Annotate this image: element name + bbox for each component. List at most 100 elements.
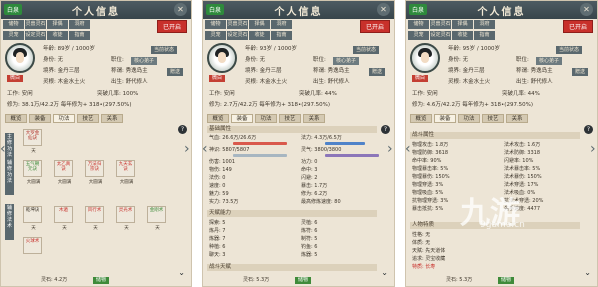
skill-level: 天 <box>124 226 129 231</box>
tab-relations[interactable]: 关系 <box>101 114 123 123</box>
tab-arts[interactable]: 技艺 <box>482 114 504 123</box>
menu-button[interactable]: 灵兽灵石 <box>25 20 46 29</box>
help-icon[interactable]: ? <box>584 125 593 134</box>
menu-button[interactable]: 择偶 <box>452 20 473 29</box>
tab-equipment[interactable]: 装备 <box>29 114 51 123</box>
tab-relations[interactable]: 关系 <box>303 114 325 123</box>
menu-button[interactable]: 灵宠 <box>205 31 226 40</box>
skill-level: 天 <box>93 226 98 231</box>
menu-button[interactable]: 设定灵石 <box>227 31 248 40</box>
tab-arts[interactable]: 技艺 <box>77 114 99 123</box>
menu-button[interactable]: 灵兽灵石 <box>227 20 248 29</box>
footer-currency: 灵石: 4.2万 <box>41 277 68 283</box>
help-icon[interactable]: ? <box>178 125 187 134</box>
prev-arrow-icon[interactable]: ‹ <box>203 141 208 157</box>
tab-overview[interactable]: 概览 <box>5 114 27 123</box>
tab-equipment[interactable]: 装备 <box>231 114 253 123</box>
rank-select[interactable]: 核心弟子 <box>131 57 158 65</box>
job-row: 工作: 安闲 <box>412 91 438 97</box>
rank-select[interactable]: 核心弟子 <box>333 57 360 65</box>
section-combat: 战斗属性 <box>410 132 580 139</box>
skill-level: 大圆满 <box>88 180 103 185</box>
page-title: 个人信息 <box>72 6 120 18</box>
menu-button[interactable]: 洞府 <box>271 20 292 29</box>
menu-button[interactable]: 灵兽灵石 <box>430 20 451 29</box>
skill-slot[interactable]: 乾坤诀 天 <box>23 206 42 231</box>
toggle-button[interactable]: 已开启 <box>562 20 593 33</box>
help-icon[interactable]: ? <box>381 125 390 134</box>
menu-button[interactable]: 设定灵石 <box>430 31 451 40</box>
footer-button[interactable]: 储物 <box>295 277 312 284</box>
tab-skills[interactable]: 功法 <box>458 114 480 123</box>
gift-button[interactable]: 赠送 <box>167 68 184 76</box>
toggle-button[interactable]: 已开启 <box>156 20 187 33</box>
rank-select[interactable]: 核心弟子 <box>536 57 563 65</box>
menu-button[interactable]: 灵宠 <box>3 31 24 40</box>
title-row: 称谓: 秀逸岛主 <box>111 68 148 74</box>
toggle-button[interactable]: 已开启 <box>359 20 390 33</box>
next-arrow-icon[interactable]: › <box>387 141 393 157</box>
menu-button[interactable]: 指南 <box>69 31 90 40</box>
menu-button[interactable]: 收徒 <box>249 31 270 40</box>
next-arrow-icon[interactable]: › <box>590 141 596 157</box>
watermark-url: 9game.cn <box>480 220 525 230</box>
skill-slot[interactable]: 九天玄诀 大圆满 <box>116 160 135 185</box>
menu-button[interactable]: 洞府 <box>69 20 90 29</box>
avatar[interactable] <box>207 43 237 73</box>
tab-overview[interactable]: 概览 <box>410 114 432 123</box>
gift-button[interactable]: 赠送 <box>572 68 589 76</box>
tab-skills[interactable]: 功法 <box>53 114 75 123</box>
tab-arts[interactable]: 技艺 <box>279 114 301 123</box>
menu-button[interactable]: 储物 <box>408 20 429 29</box>
skill-slot[interactable]: 火球术 <box>23 237 42 254</box>
close-icon[interactable]: ✕ <box>174 3 187 16</box>
talent-row: 种植: 6 <box>209 244 226 250</box>
gift-button[interactable]: 赠送 <box>369 68 386 76</box>
scroll-down-icon[interactable]: ⌄ <box>381 268 388 277</box>
scroll-down-icon[interactable]: ⌄ <box>178 268 185 277</box>
skill-slot[interactable]: 灵光术 天 <box>116 206 135 231</box>
skill-slot[interactable]: 五气朝元诀 大圆满 <box>23 160 42 185</box>
skill-slot[interactable]: 木遁 天 <box>54 206 73 231</box>
menu-button[interactable]: 收徒 <box>47 31 68 40</box>
avatar[interactable] <box>5 43 35 73</box>
skill-slot[interactable]: 万法归宗诀 大圆满 <box>85 160 104 185</box>
menu-button[interactable]: 择偶 <box>249 20 270 29</box>
menu-button[interactable]: 储物 <box>205 20 226 29</box>
menu-button[interactable]: 设定灵石 <box>25 31 46 40</box>
avatar-caption: 微白 <box>412 75 428 82</box>
skill-slot[interactable]: 大罗金仙诀 天 <box>23 129 42 154</box>
combat-stat: 法术暴击率: 5% <box>504 166 541 172</box>
footer-button[interactable]: 储物 <box>498 277 515 284</box>
skill-slot[interactable]: 金刚术 天 <box>147 206 166 231</box>
talent-row: 炼符: 6 <box>301 228 318 234</box>
prev-arrow-icon[interactable]: ‹ <box>1 141 6 157</box>
menu-button[interactable]: 洞府 <box>474 20 495 29</box>
section-combat-talent: 战斗天赋 <box>207 264 377 271</box>
close-icon[interactable]: ✕ <box>580 3 593 16</box>
status-button[interactable]: 当前状态 <box>556 46 583 54</box>
close-icon[interactable]: ✕ <box>377 3 390 16</box>
menu-button[interactable]: 收徒 <box>452 31 473 40</box>
tab-skills[interactable]: 功法 <box>255 114 277 123</box>
combat-stat: 物理吸血: 5% <box>412 190 444 196</box>
menu-button[interactable]: 灵宠 <box>408 31 429 40</box>
tab-overview[interactable]: 概览 <box>207 114 229 123</box>
prev-arrow-icon[interactable]: ‹ <box>406 141 411 157</box>
status-button[interactable]: 当前状态 <box>151 46 178 54</box>
tab-relations[interactable]: 关系 <box>506 114 528 123</box>
menu-button[interactable]: 指南 <box>271 31 292 40</box>
combat-stat: 暴击抵抗: 5% <box>412 206 444 212</box>
scroll-down-icon[interactable]: ⌄ <box>584 268 591 277</box>
tab-equipment[interactable]: 装备 <box>434 114 456 123</box>
avatar[interactable] <box>410 43 440 73</box>
skill-slot[interactable]: 太乙真诀 大圆满 <box>54 160 73 185</box>
footer-button[interactable]: 储物 <box>93 277 110 284</box>
skill-slot[interactable]: 风行术 天 <box>85 206 104 231</box>
status-button[interactable]: 当前状态 <box>353 46 380 54</box>
menu-button[interactable]: 指南 <box>474 31 495 40</box>
next-arrow-icon[interactable]: › <box>184 141 190 157</box>
avatar-face <box>218 52 226 63</box>
menu-button[interactable]: 择偶 <box>47 20 68 29</box>
menu-button[interactable]: 储物 <box>3 20 24 29</box>
